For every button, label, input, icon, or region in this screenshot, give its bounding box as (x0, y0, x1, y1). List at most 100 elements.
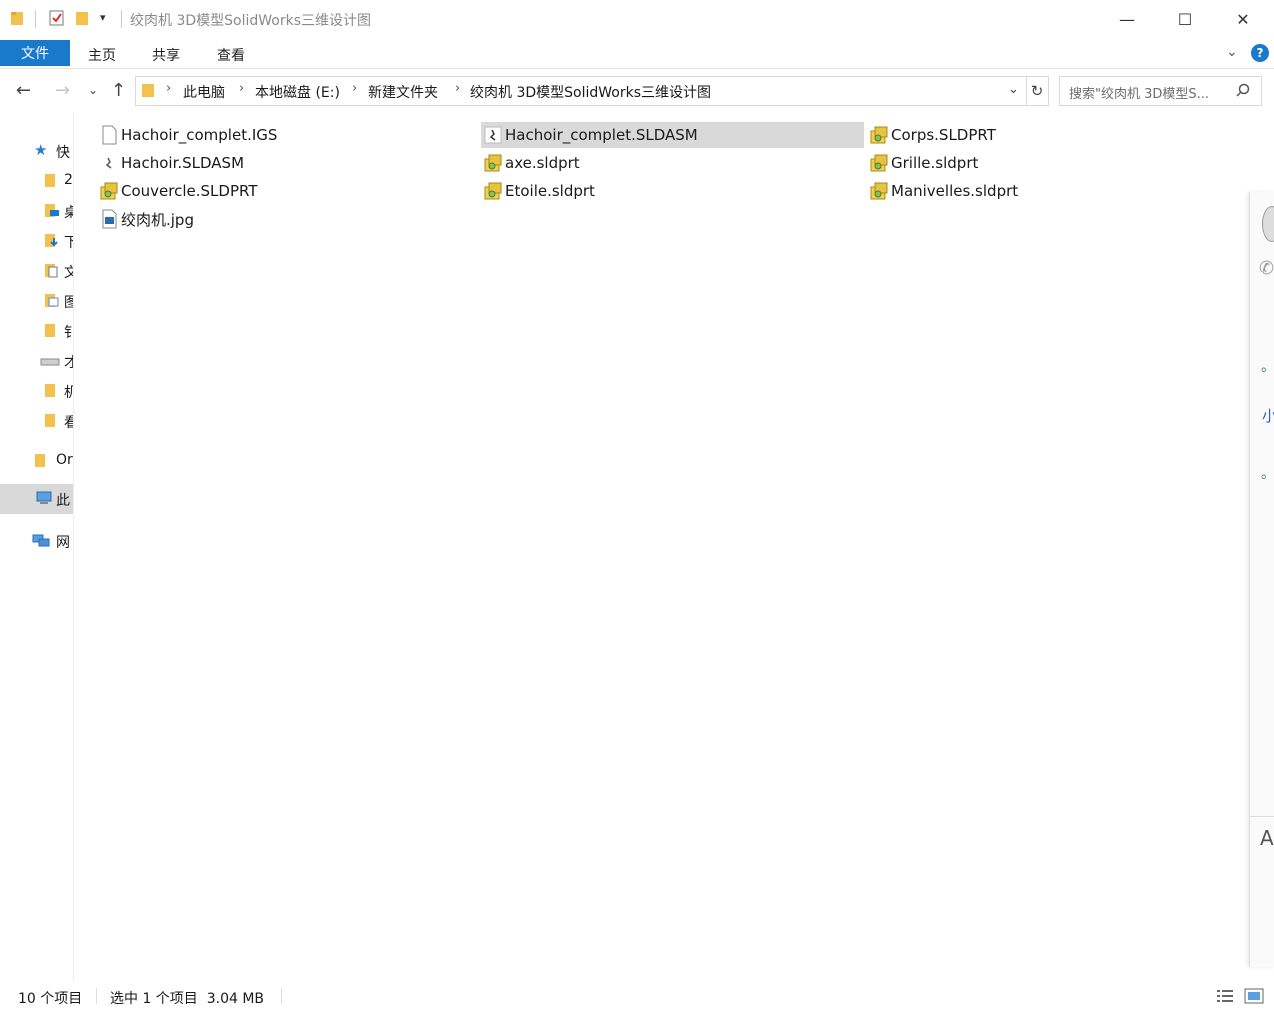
drive-icon (40, 358, 60, 366)
file-item[interactable]: Grille.sldprt (867, 150, 1237, 176)
tab-view[interactable]: 查看 (217, 45, 245, 65)
file-item-selected[interactable]: Hachoir_complet.SLDASM (481, 122, 864, 148)
file-name: Couvercle.SLDPRT (121, 182, 258, 200)
customize-quick-access-icon[interactable]: ▾ (100, 11, 106, 24)
tab-share[interactable]: 共享 (152, 45, 180, 65)
file-name: Hachoir_complet.SLDASM (505, 126, 698, 144)
maximize-button[interactable]: ☐ (1156, 0, 1214, 38)
selection-info: 选中 1 个项目 3.04 MB (110, 991, 265, 1007)
minimize-button[interactable]: — (1098, 0, 1156, 38)
nav-item-folder[interactable]: 2 (0, 168, 73, 196)
nav-item-onedrive[interactable]: Or (0, 448, 73, 476)
nav-item-folder[interactable]: 机 (0, 378, 73, 406)
sldprt-file-icon (870, 154, 888, 172)
sldasm-file-icon (105, 157, 112, 169)
sldprt-file-icon (484, 182, 502, 200)
phone-icon[interactable]: ✆ (1259, 258, 1274, 279)
tab-file[interactable]: 文件 (0, 40, 70, 66)
new-folder-icon[interactable] (75, 9, 89, 27)
nav-item-network[interactable]: 网 (0, 528, 73, 556)
file-item[interactable]: Manivelles.sldprt (867, 178, 1237, 204)
desktop-folder-icon (45, 204, 59, 217)
file-name: Corps.SLDPRT (891, 126, 996, 144)
divider (96, 988, 97, 1004)
font-size-icon[interactable]: A (1260, 826, 1274, 850)
folder-icon (45, 174, 55, 187)
nav-item-folder[interactable]: 看 (0, 408, 73, 436)
nav-item-folder[interactable]: 钅 (0, 318, 73, 346)
folder-icon (45, 324, 55, 337)
file-item[interactable]: Hachoir_complet.IGS (97, 122, 477, 148)
tab-home[interactable]: 主页 (88, 45, 116, 65)
ribbon (0, 38, 1274, 69)
breadcrumb-separator[interactable]: › (166, 81, 171, 96)
nav-item-downloads[interactable]: 下 (0, 228, 73, 256)
onedrive-folder-icon (35, 454, 45, 467)
file-name: Hachoir_complet.IGS (121, 126, 278, 144)
divider (1249, 816, 1274, 817)
breadcrumb-separator[interactable]: › (352, 81, 357, 96)
downloads-icon (45, 234, 58, 247)
up-button[interactable]: ↑ (111, 80, 126, 101)
file-name: Hachoir.SLDASM (121, 154, 245, 172)
file-item[interactable]: Couvercle.SLDPRT (97, 178, 477, 204)
expand-ribbon-icon[interactable]: ⌄ (1226, 44, 1238, 60)
file-name: Manivelles.sldprt (891, 182, 1019, 200)
file-item[interactable]: axe.sldprt (481, 150, 864, 176)
breadcrumb-separator[interactable]: › (455, 81, 460, 96)
folder-icon (142, 84, 154, 97)
large-icons-view-icon[interactable] (1244, 988, 1264, 1004)
item-count: 10 个项目 (18, 991, 83, 1007)
address-dropdown-icon[interactable]: ⌄ (1008, 82, 1019, 97)
sldprt-file-icon (870, 182, 888, 200)
file-name: 绞肉机.jpg (121, 210, 194, 229)
close-button[interactable]: ✕ (1214, 0, 1272, 38)
sldprt-file-icon (484, 154, 502, 172)
help-button[interactable]: ? (1251, 44, 1269, 62)
side-panel (1249, 192, 1274, 967)
file-item[interactable]: Corps.SLDPRT (867, 122, 1237, 148)
generic-file-icon (102, 125, 117, 145)
file-item[interactable]: 绞肉机.jpg (97, 206, 477, 232)
nav-item-drive[interactable]: 才 (0, 348, 73, 376)
recent-locations-icon[interactable]: ⌄ (88, 83, 98, 97)
breadcrumb-separator[interactable]: › (239, 81, 244, 96)
breadcrumb-drive-e[interactable]: 本地磁盘 (E:) (255, 82, 340, 102)
folder-icon (45, 384, 55, 397)
file-item[interactable]: Hachoir.SLDASM (97, 150, 477, 176)
file-name: Grille.sldprt (891, 154, 979, 172)
breadcrumb-new-folder[interactable]: 新建文件夹 (368, 82, 438, 102)
search-icon[interactable] (1236, 83, 1250, 97)
nav-item-pictures[interactable]: 图 (0, 288, 73, 316)
file-name: axe.sldprt (505, 154, 580, 172)
back-button[interactable]: ← (16, 80, 31, 101)
forward-button[interactable]: → (55, 80, 70, 101)
nav-item-documents[interactable]: 文 (0, 258, 73, 286)
refresh-button[interactable]: ↻ (1026, 76, 1049, 106)
folder-icon (45, 414, 55, 427)
nav-item-quick-access[interactable]: ★ 快 (0, 138, 73, 166)
breadcrumb-current-folder[interactable]: 绞肉机 3D模型SolidWorks三维设计图 (470, 82, 711, 102)
sldprt-file-icon (870, 126, 888, 144)
network-icon (32, 534, 50, 547)
divider (121, 10, 122, 28)
search-input[interactable]: 搜索"绞肉机 3D模型S... (1069, 83, 1229, 102)
this-pc-icon (36, 491, 52, 504)
properties-icon[interactable] (48, 9, 66, 27)
pictures-icon (45, 294, 59, 307)
file-item[interactable]: Etoile.sldprt (481, 178, 864, 204)
nav-item-this-pc[interactable]: 此 (0, 484, 73, 514)
nav-item-desktop[interactable]: 桌 (0, 198, 73, 226)
documents-icon (45, 264, 58, 278)
file-name: Etoile.sldprt (505, 182, 595, 200)
divider (35, 10, 36, 28)
star-icon: ★ (34, 141, 48, 159)
details-view-icon[interactable] (1216, 989, 1234, 1003)
sldprt-file-icon (100, 182, 118, 200)
navigation-pane: ★ 快 2 桌 下 文 图 钅 才 机 看 Or 此 (0, 112, 74, 982)
folder-icon (11, 12, 23, 25)
side-panel-text: 。 (1261, 466, 1274, 482)
sldasm-file-icon (484, 126, 502, 144)
window-title: 绞肉机 3D模型SolidWorks三维设计图 (130, 13, 372, 29)
breadcrumb-this-pc[interactable]: 此电脑 (183, 82, 225, 102)
